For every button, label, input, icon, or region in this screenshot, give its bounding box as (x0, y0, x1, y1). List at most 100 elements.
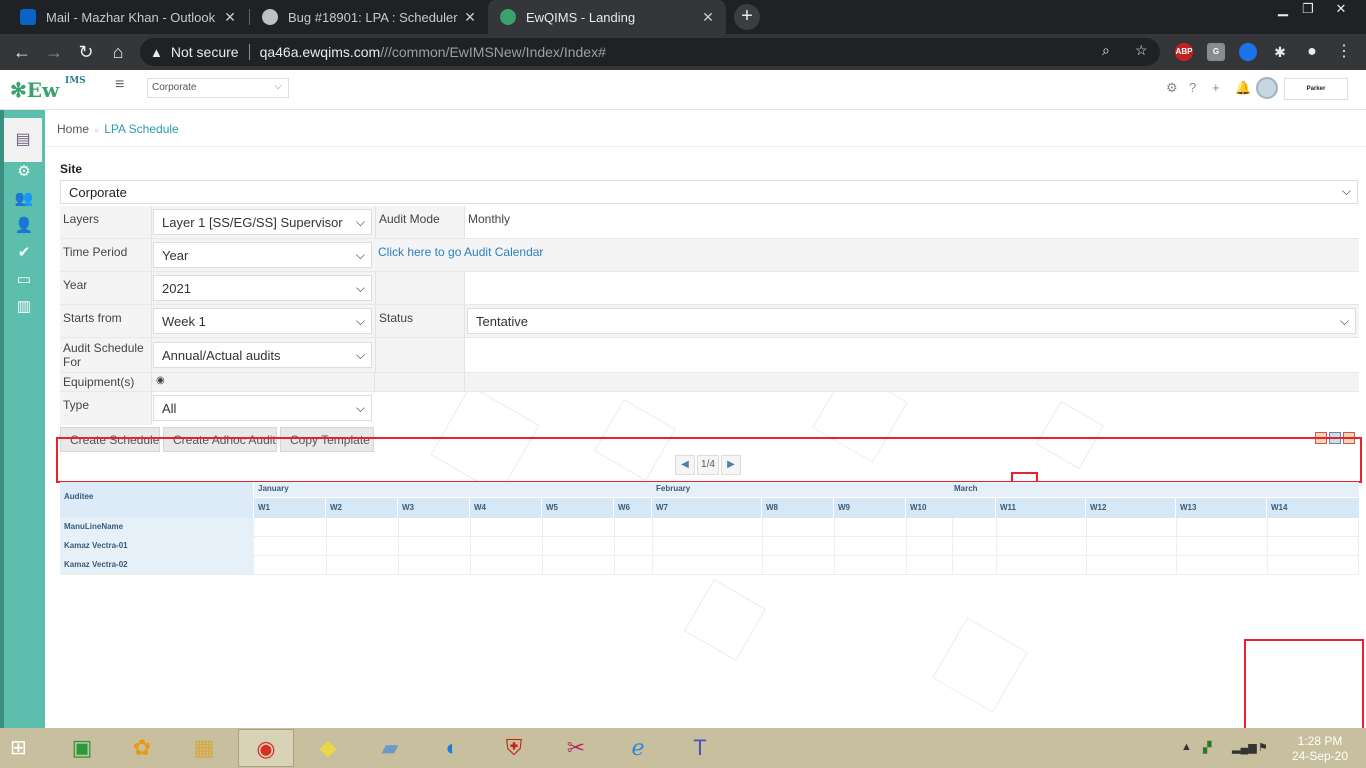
tab-outlook[interactable]: Mail - Mazhar Khan - Outlook ✕ (8, 0, 248, 34)
internet-explorer-icon[interactable]: ℯ (610, 729, 666, 767)
grid-cell (326, 556, 327, 574)
close-icon[interactable]: ✕ (460, 9, 480, 26)
week-header: W7 (652, 498, 762, 518)
grid-cell (470, 556, 471, 574)
schedule-for-label: Audit Schedule For (60, 338, 152, 372)
url-path: ///common/EwIMSNew/Index/Index# (380, 44, 606, 60)
back-icon[interactable]: ← (10, 40, 34, 64)
user-check-icon[interactable]: ✔ (14, 243, 34, 263)
grid-cell (542, 556, 543, 574)
layers-select[interactable]: Layer 1 [SS/EG/SS] Supervisor ⌵ (153, 209, 372, 235)
highlight-box (1244, 639, 1364, 728)
logo-text: Ew (26, 78, 60, 102)
grid-cell (652, 556, 653, 574)
grid-cell (762, 556, 763, 574)
form-row-layers: Layers Layer 1 [SS/EG/SS] Supervisor ⌵ Au… (60, 206, 1359, 239)
gear-icon[interactable]: ⚙ (1166, 80, 1178, 96)
notepad-icon[interactable]: ▰ (362, 729, 418, 767)
schedule-for-select[interactable]: Annual/Actual audits ⌵ (153, 342, 372, 368)
snipping-tool-icon[interactable]: ✂ (548, 729, 604, 767)
main-content: Home ▫ LPA Schedule Site Corporate ⌵ Layer… (45, 110, 1366, 728)
building-icon[interactable]: ▥ (14, 297, 34, 317)
grid-cell (1176, 537, 1177, 555)
grid-cell (1176, 518, 1177, 536)
user-settings-icon[interactable]: 👤 (14, 216, 34, 236)
address-bar[interactable]: ▲ Not secure qa46a.ewqims.com///common/E… (140, 38, 1160, 66)
hamburger-icon[interactable]: ≡ (115, 76, 124, 94)
extension-icon[interactable] (1239, 43, 1257, 61)
grid-cell (652, 537, 653, 555)
adblock-icon[interactable]: ABP (1175, 43, 1193, 61)
plus-icon[interactable]: + (1212, 80, 1220, 95)
week-header: W10 (906, 498, 996, 518)
time-period-select[interactable]: Year ⌵ (153, 242, 372, 268)
status-select[interactable]: Tentative ⌵ (467, 308, 1356, 334)
new-tab-button[interactable]: + (734, 4, 760, 30)
table-row: ManuLineName (60, 518, 1359, 537)
type-select[interactable]: All ⌵ (153, 395, 372, 421)
empty-cell (465, 338, 1359, 372)
puzzle-icon[interactable]: ✱ (1268, 40, 1292, 64)
network-icon[interactable]: ▂▄▆ (1232, 741, 1257, 754)
avatar[interactable] (1256, 77, 1278, 99)
year-select[interactable]: 2021 ⌵ (153, 275, 372, 301)
file-explorer-icon[interactable]: ▦ (176, 729, 232, 767)
grid-cell (614, 556, 615, 574)
tab-title: Mail - Mazhar Khan - Outlook (46, 9, 216, 25)
presentation-icon[interactable]: ▭ (14, 270, 34, 290)
menu-icon[interactable]: ⋮ (1332, 40, 1356, 64)
help-icon[interactable]: ? (1189, 80, 1196, 95)
chrome-icon[interactable]: ◉ (238, 729, 294, 767)
tray-app-icon[interactable]: ▞ (1203, 741, 1211, 754)
profile-icon[interactable]: ● (1300, 40, 1324, 64)
window-close-icon[interactable]: ✕ (1326, 0, 1356, 20)
system-clock[interactable]: 1:28 PM 24-Sep-20 (1285, 734, 1355, 764)
app-logo[interactable]: ✻Ew IMS (10, 76, 86, 102)
grid-cell (398, 537, 399, 555)
grid-cell (1086, 518, 1087, 536)
audit-calendar-link[interactable]: Click here to go Audit Calendar (375, 239, 1359, 271)
tab-ewqims[interactable]: EwQIMS - Landing ✕ (488, 0, 726, 34)
week-header: W6 (614, 498, 652, 518)
flag-icon[interactable]: ⚑ (1258, 741, 1268, 754)
grid-cell (952, 518, 953, 536)
org-select-value: Corporate (152, 82, 197, 93)
grid-cell (996, 537, 997, 555)
store-icon[interactable]: ▣ (54, 729, 110, 767)
grid-cell (834, 518, 835, 536)
users-icon[interactable]: 👥 (14, 189, 34, 209)
reload-icon[interactable]: ↻ (74, 40, 98, 64)
teams-icon[interactable]: T (672, 729, 728, 767)
eye-icon[interactable]: ◉ (153, 373, 375, 391)
week-header: W5 (542, 498, 614, 518)
forward-icon[interactable]: → (42, 40, 66, 64)
windows-start-icon[interactable]: ⊞ (10, 735, 27, 760)
tab-bug[interactable]: Bug #18901: LPA : Scheduler nam ✕ (250, 0, 488, 34)
site-select[interactable]: Corporate ⌵ (60, 180, 1358, 204)
bell-icon[interactable]: 🔔 (1235, 80, 1251, 96)
home-icon[interactable]: ⌂ (106, 40, 130, 64)
antivirus-icon[interactable]: ⛨ (486, 729, 542, 767)
grammarly-icon[interactable]: G (1207, 43, 1225, 61)
breadcrumb-home[interactable]: Home (57, 122, 89, 136)
zoom-icon[interactable]: ⌕ (1102, 42, 1110, 59)
breadcrumb-current[interactable]: LPA Schedule (104, 122, 179, 136)
type-value: All (162, 401, 177, 416)
starts-from-select[interactable]: Week 1 ⌵ (153, 308, 372, 334)
flower-app-icon[interactable]: ✿ (114, 729, 170, 767)
settings-icon[interactable]: ⚙ (14, 162, 34, 182)
grid-cell (326, 518, 327, 536)
edge-icon[interactable]: ◐ (424, 729, 480, 767)
star-icon[interactable]: ☆ (1135, 42, 1148, 59)
tray-arrow-icon[interactable]: ▲ (1181, 741, 1192, 753)
sticky-notes-icon[interactable]: ◆ (300, 729, 356, 767)
org-select[interactable]: Corporate ⌵ (147, 78, 289, 98)
restore-icon[interactable]: ❐ (1293, 0, 1323, 20)
grid-cell (996, 556, 997, 574)
clipboard-icon[interactable]: ▤ (4, 118, 42, 162)
close-icon[interactable]: ✕ (698, 9, 718, 26)
starts-from-value: Week 1 (162, 314, 206, 329)
security-label: Not secure (170, 44, 239, 60)
grid-cell (906, 518, 907, 536)
close-icon[interactable]: ✕ (220, 9, 240, 26)
